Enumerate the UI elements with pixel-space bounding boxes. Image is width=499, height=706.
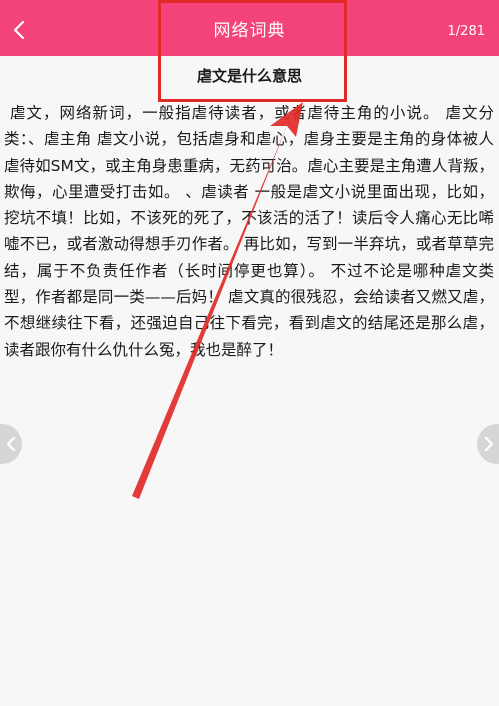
entry-content: 虐文，网络新词，一般指虐待读者，或者虐待主角的小说。 虐文分类：、虐主角 虐文小… — [4, 104, 494, 359]
page-counter: 1/281 — [447, 24, 485, 39]
chevron-left-icon — [6, 436, 16, 452]
chevron-right-icon — [484, 436, 494, 452]
annotation-highlight-box — [158, 0, 347, 102]
prev-page-button[interactable] — [0, 424, 22, 464]
next-page-button[interactable] — [477, 424, 499, 464]
